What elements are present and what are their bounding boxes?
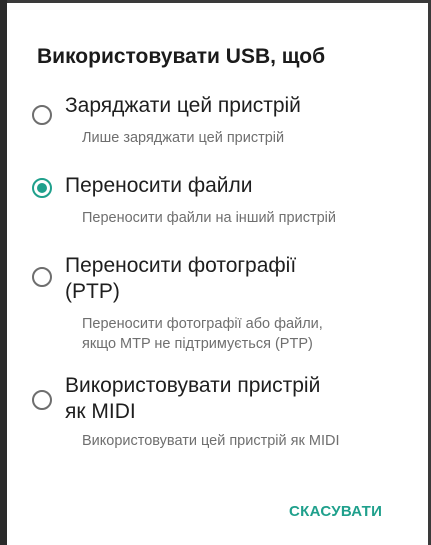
option-description: Переносити фотографії або файли, якщо MT… [82, 316, 323, 352]
option-label: Переносити файли [65, 174, 253, 197]
option-description: Лише заряджати цей пристрій [82, 130, 285, 146]
option-label: Заряджати цей пристрій [65, 94, 301, 117]
radio-button-checked-icon[interactable] [32, 178, 52, 198]
option-label: Переносити фотографії (PTP) [65, 254, 297, 303]
device-edge-left [0, 0, 7, 545]
radio-dot [37, 183, 47, 193]
radio-button-icon[interactable] [32, 267, 52, 287]
option-label: Використовувати пристрій як MIDI [65, 374, 321, 423]
cancel-button[interactable]: СКАСУВАТИ [289, 503, 382, 520]
usb-mode-dialog: Використовувати USB, щоб Заряджати цей п… [7, 3, 428, 545]
screen: Використовувати USB, щоб Заряджати цей п… [0, 0, 431, 545]
radio-button-icon[interactable] [32, 390, 52, 410]
radio-button-icon[interactable] [32, 105, 52, 125]
option-description: Використовувати цей пристрій як MIDI [82, 433, 340, 449]
option-description: Переносити файли на інший пристрій [82, 210, 336, 226]
dialog-title: Використовувати USB, щоб [37, 45, 326, 68]
